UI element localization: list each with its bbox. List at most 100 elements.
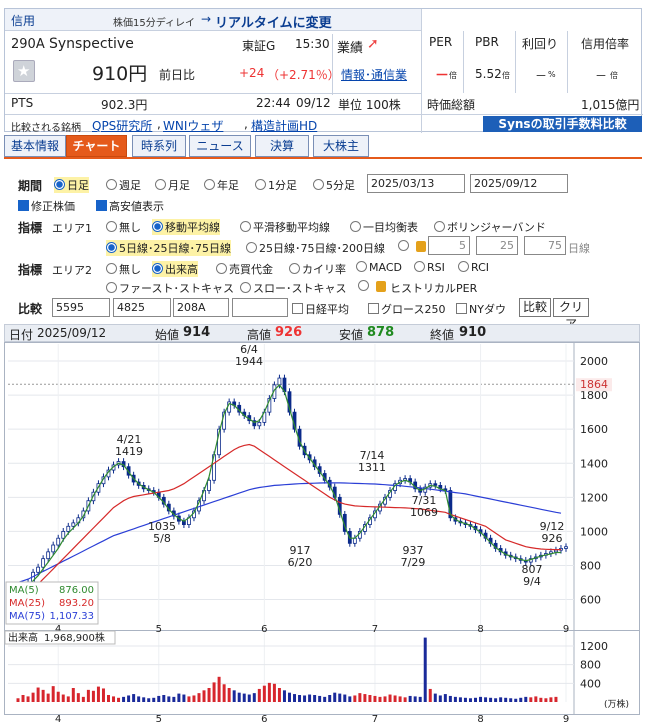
- ma-25-75-200[interactable]: 25日線･75日線･200日線: [246, 240, 385, 256]
- period-5min[interactable]: 5分足: [313, 177, 355, 193]
- period-1min[interactable]: 1分足: [255, 177, 297, 193]
- date-to-input[interactable]: 2025/09/12: [470, 174, 568, 193]
- volume-bar: [358, 693, 362, 702]
- area2-rci[interactable]: RCI: [458, 261, 489, 274]
- low-value: 878: [367, 325, 395, 340]
- volume-bar: [323, 696, 327, 702]
- unit-label: 単位 100株: [338, 98, 401, 112]
- price-tick-label: 1400: [580, 457, 608, 470]
- compare-code-3[interactable]: 208A: [173, 298, 229, 317]
- margin-ratio-label: 信用倍率: [581, 37, 630, 51]
- volume-bar: [458, 697, 462, 702]
- tab-chart[interactable]: チャート: [66, 135, 127, 157]
- ma-custom-3[interactable]: 75: [524, 236, 566, 255]
- area2-hist-per-label: ヒストリカルPER: [390, 282, 478, 295]
- pbr-label: PBR: [475, 35, 499, 49]
- ma-custom[interactable]: [398, 240, 411, 253]
- stock-name: Synspective: [49, 36, 134, 52]
- favorite-star-button[interactable]: ★: [13, 60, 35, 82]
- volume-bar: [91, 690, 95, 702]
- area1-ichimoku[interactable]: 一目均衡表: [350, 219, 418, 235]
- volume-bar: [247, 694, 251, 702]
- compare-link-2[interactable]: WNIウェザ: [163, 117, 223, 134]
- area2-deviation[interactable]: カイリ率: [289, 261, 346, 277]
- compare-nikkei-checkbox[interactable]: 日経平均: [292, 301, 349, 317]
- compare-nydow-checkbox[interactable]: NYダウ: [456, 301, 506, 317]
- volume-bar: [112, 696, 116, 702]
- volume-bar: [333, 692, 337, 702]
- ma-5-25-75[interactable]: 5日線･25日線･75日線: [106, 240, 231, 256]
- ma-custom-unit: 日線: [568, 242, 590, 255]
- tab-timeseries[interactable]: 時系列: [132, 135, 186, 157]
- volume-bar: [413, 696, 417, 702]
- ma-custom-2[interactable]: 25: [476, 236, 518, 255]
- tab-basic-info[interactable]: 基本情報: [4, 135, 66, 157]
- stock-header: 信用 株価15分ディレイ → リアルタイムに変更 290A Synspectiv…: [4, 8, 643, 134]
- price-tick-label: 1200: [580, 491, 608, 504]
- area1-moving-average[interactable]: 移動平均線: [152, 219, 220, 235]
- date-from-input[interactable]: 2025/03/13: [367, 174, 465, 193]
- period-daily[interactable]: 日足: [54, 177, 89, 193]
- area2-slow-stoch[interactable]: スロー･ストキャス: [240, 280, 347, 296]
- area1-none[interactable]: 無し: [106, 219, 141, 235]
- volume-bar: [388, 694, 392, 702]
- candle-body: [207, 479, 211, 491]
- candle-body: [61, 531, 66, 539]
- tab-news[interactable]: ニュース: [189, 135, 251, 157]
- area2-rsi[interactable]: RSI: [414, 261, 445, 274]
- period-monthly[interactable]: 月足: [155, 177, 190, 193]
- industry-link[interactable]: 情報･通信業: [341, 66, 407, 83]
- adjusted-price-checkbox[interactable]: 修正株価: [18, 198, 75, 214]
- volume-bar: [197, 693, 201, 702]
- clear-button[interactable]: クリア: [553, 298, 589, 331]
- open-value: 914: [183, 325, 211, 340]
- compare-growth250-checkbox[interactable]: グロース250: [368, 301, 445, 317]
- annotation-bottom: 1419: [115, 445, 143, 458]
- area2-turnover[interactable]: 売買代金: [216, 261, 273, 277]
- high-label: 高値: [247, 328, 272, 342]
- period-yearly[interactable]: 年足: [204, 177, 239, 193]
- volume-bar: [438, 695, 442, 702]
- volume-bar: [107, 695, 110, 702]
- area2-label: エリア2: [52, 264, 92, 277]
- compare-code-1[interactable]: 5595: [52, 298, 110, 317]
- volume-bar: [202, 690, 206, 702]
- gyoseki-label[interactable]: 業績: [337, 37, 363, 56]
- volume-bar: [207, 688, 211, 702]
- area1-smoothed-ma[interactable]: 平滑移動平均線: [240, 219, 330, 235]
- area2-none[interactable]: 無し: [106, 261, 141, 277]
- compare-button[interactable]: 比較: [519, 298, 551, 317]
- tab-shareholders[interactable]: 大株主: [313, 135, 369, 157]
- compare-code-4[interactable]: [232, 298, 288, 317]
- indicator-label: 指標: [18, 221, 43, 235]
- price-change-pct: （+2.71％）: [267, 68, 340, 82]
- period-weekly[interactable]: 週足: [106, 177, 141, 193]
- volume-bar: [313, 695, 317, 702]
- compare-code-2[interactable]: 4825: [113, 298, 171, 317]
- volume-bar: [182, 694, 186, 702]
- indicator-label-2: 指標: [18, 263, 43, 277]
- compare-link-1[interactable]: QPS研究所: [92, 117, 152, 134]
- candle-body: [352, 537, 357, 544]
- area1-bollinger[interactable]: ボリンジャーバンド: [434, 219, 546, 235]
- lock-icon: [416, 241, 426, 252]
- area2-hist-per[interactable]: [358, 280, 371, 293]
- volume-bar: [418, 696, 422, 702]
- volume-bar: [162, 695, 166, 702]
- area2-fast-stoch[interactable]: ファースト･ストキャス: [106, 280, 234, 296]
- prev-label: 前日比: [159, 68, 196, 82]
- fee-comparison-banner[interactable]: Synsの取引手数料比較: [483, 116, 642, 132]
- ma-custom-1[interactable]: 5: [428, 236, 470, 255]
- volume-bar: [293, 694, 297, 702]
- compare-link-3[interactable]: 構造計画HD: [251, 117, 317, 134]
- tab-earnings[interactable]: 決算: [255, 135, 309, 157]
- high-low-checkbox[interactable]: 高安値表示: [96, 198, 164, 214]
- realtime-link[interactable]: リアルタイムに変更: [215, 12, 332, 31]
- market-label: 東証G: [242, 39, 276, 53]
- volume-bar: [46, 693, 50, 702]
- area2-macd[interactable]: MACD: [356, 261, 402, 274]
- pts-price: 902.3円: [101, 98, 148, 112]
- volume-bar: [298, 695, 302, 702]
- area2-volume[interactable]: 出来高: [152, 261, 198, 277]
- volume-bar: [474, 697, 477, 702]
